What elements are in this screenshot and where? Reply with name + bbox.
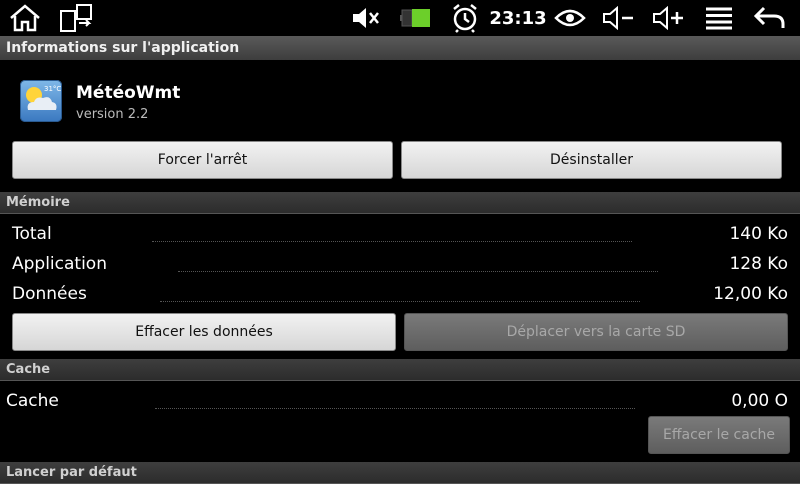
dotted-leader <box>178 270 658 272</box>
application-label: Application <box>12 254 107 274</box>
total-value: 140 Ko <box>729 224 788 244</box>
back-icon[interactable] <box>752 0 788 36</box>
page-title: Informations sur l'application <box>0 36 800 60</box>
app-name: MétéoWmt <box>76 83 181 103</box>
mute-icon <box>348 0 382 36</box>
application-value: 128 Ko <box>729 254 788 274</box>
move-to-sd-button: Déplacer vers la carte SD <box>404 313 788 351</box>
battery-icon <box>398 0 434 36</box>
volume-down-icon[interactable] <box>600 0 636 36</box>
clock: 23:13 <box>489 7 547 29</box>
force-stop-button[interactable]: Forcer l'arrêt <box>12 141 393 179</box>
clear-data-button[interactable]: Effacer les données <box>12 313 396 351</box>
dotted-leader <box>160 300 640 302</box>
launch-default-section-header: Lancer par défaut <box>0 462 800 484</box>
menu-icon[interactable] <box>702 0 736 36</box>
dotted-leader <box>155 407 635 409</box>
cache-value: 0,00 O <box>731 391 788 411</box>
clear-cache-button: Effacer le cache <box>648 416 790 454</box>
alarm-icon <box>448 0 482 36</box>
memory-section-header: Mémoire <box>0 192 800 214</box>
data-label: Données <box>12 284 87 304</box>
screen-rotate-icon[interactable] <box>58 0 96 36</box>
volume-up-icon[interactable] <box>650 0 686 36</box>
cache-label: Cache <box>6 391 59 411</box>
eye-icon[interactable] <box>552 0 588 36</box>
cache-section-header: Cache <box>0 359 800 381</box>
dotted-leader <box>152 240 632 242</box>
app-version: version 2.2 <box>76 107 149 122</box>
icon-temp-text: 31°C <box>44 85 61 93</box>
uninstall-button[interactable]: Désinstaller <box>401 141 782 179</box>
data-value: 12,00 Ko <box>713 284 788 304</box>
total-label: Total <box>12 224 52 244</box>
weather-app-icon: 31°C <box>20 80 62 122</box>
home-icon[interactable] <box>6 0 44 36</box>
status-bar: 23:13 <box>0 0 800 36</box>
